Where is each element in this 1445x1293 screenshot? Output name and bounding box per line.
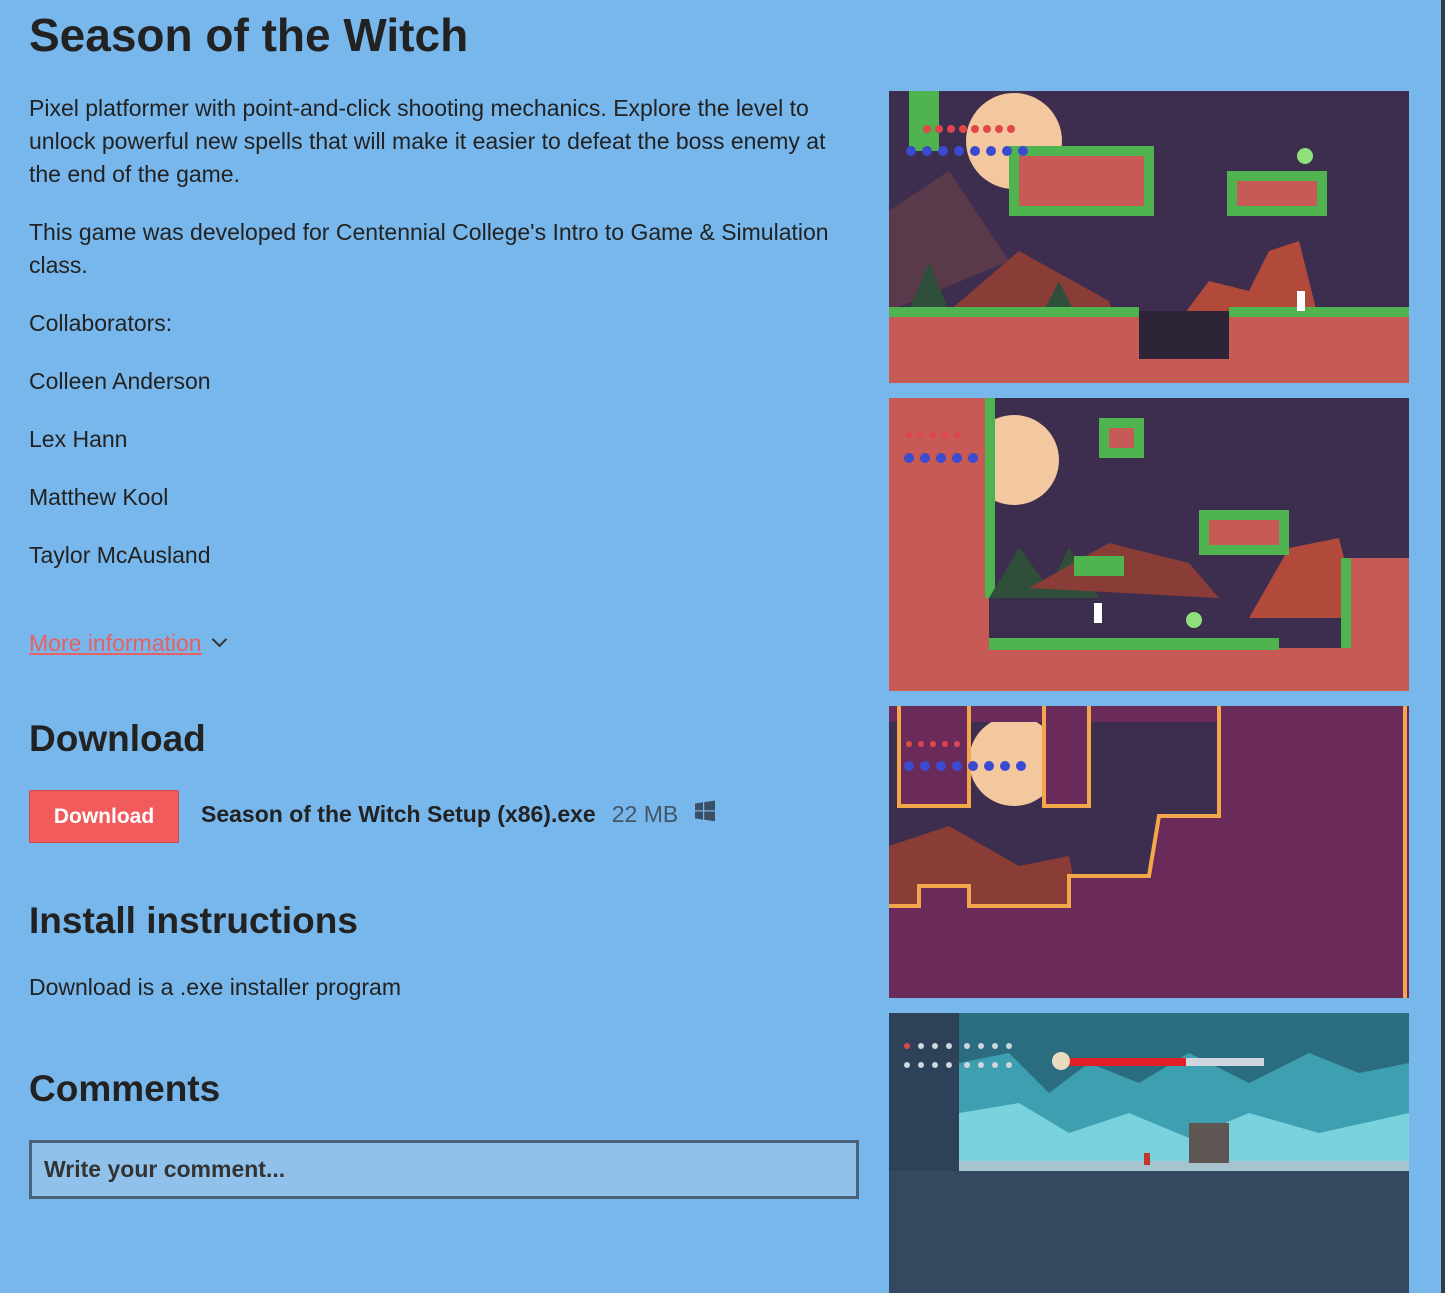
description-paragraph: Pixel platformer with point-and-click sh… <box>29 95 826 187</box>
description-paragraph: This game was developed for Centennial C… <box>29 219 829 278</box>
download-file-size: 22 MB <box>611 800 679 827</box>
install-text: Download is a .exe installer program <box>29 974 402 1000</box>
download-heading: Download <box>29 718 206 759</box>
install-heading: Install instructions <box>29 900 358 941</box>
screenshot-image[interactable] <box>889 706 1409 998</box>
screenshot-image[interactable] <box>889 1013 1409 1293</box>
download-file-info: Season of the Witch Setup (x86).exe 22 M… <box>201 800 716 828</box>
download-file-name: Season of the Witch Setup (x86).exe <box>201 800 596 827</box>
comment-input[interactable] <box>29 1140 859 1199</box>
more-information-link[interactable]: More information <box>29 630 202 656</box>
windows-icon <box>694 800 716 828</box>
collaborator-name: Taylor McAusland <box>29 542 211 568</box>
collaborator-name: Lex Hann <box>29 426 128 452</box>
comments-heading: Comments <box>29 1068 221 1109</box>
collaborators-label: Collaborators: <box>29 310 173 336</box>
game-description: Pixel platformer with point-and-click sh… <box>29 92 859 597</box>
page-edge <box>1441 0 1445 1293</box>
screenshot-image[interactable] <box>889 91 1409 383</box>
game-title: Season of the Witch <box>29 9 469 61</box>
screenshot-image[interactable] <box>889 398 1409 691</box>
collaborator-name: Matthew Kool <box>29 484 169 510</box>
download-button[interactable]: Download <box>29 790 179 843</box>
more-information-toggle[interactable]: More information <box>29 630 227 657</box>
chevron-down-icon <box>211 631 227 648</box>
collaborator-name: Colleen Anderson <box>29 368 211 394</box>
